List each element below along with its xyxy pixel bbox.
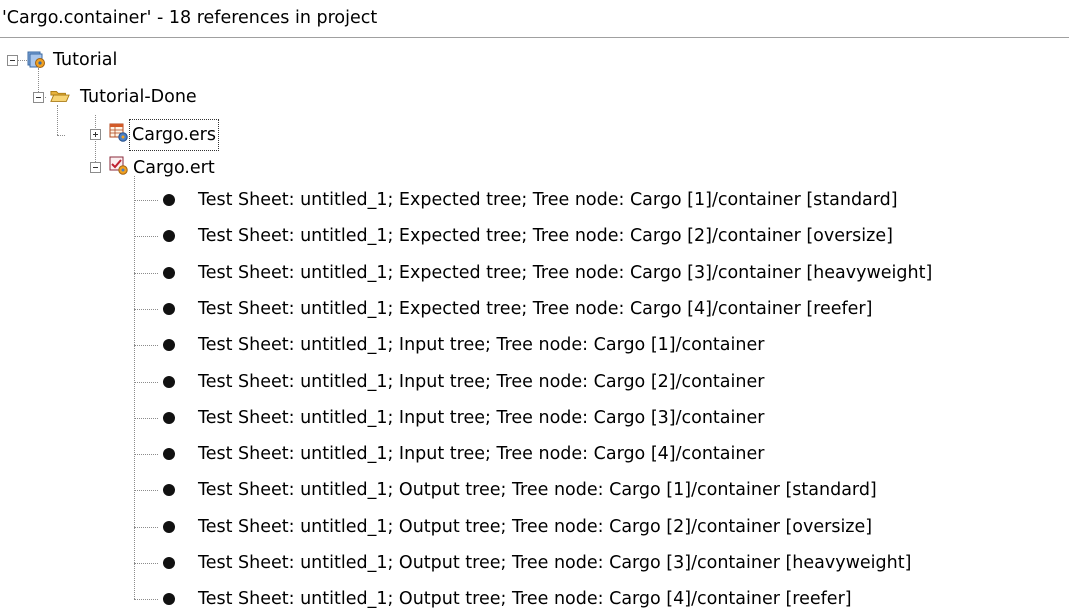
reference-item[interactable]: Test Sheet: untitled_1; Input tree; Tree… (198, 403, 764, 433)
bullet-icon (163, 412, 175, 424)
reference-item[interactable]: Test Sheet: untitled_1; Input tree; Tree… (198, 367, 764, 397)
ers-file-icon (109, 123, 128, 142)
tree-guide (134, 382, 158, 383)
bullet-icon (163, 376, 175, 388)
ert-file-icon (109, 156, 128, 175)
tree-guide (57, 105, 58, 135)
reference-item[interactable]: Test Sheet: untitled_1; Expected tree; T… (198, 185, 898, 215)
tree-guide (134, 200, 158, 201)
bullet-icon (163, 484, 175, 496)
collapse-toggle[interactable] (33, 92, 44, 103)
reference-item[interactable]: Test Sheet: untitled_1; Expected tree; T… (198, 258, 932, 288)
tree-guide (134, 527, 158, 528)
tree-node-label-selected[interactable]: Cargo.ers (129, 119, 219, 151)
reference-item[interactable]: Test Sheet: untitled_1; Output tree; Tre… (198, 512, 872, 542)
open-folder-icon (50, 91, 70, 102)
reference-item[interactable]: Test Sheet: untitled_1; Expected tree; T… (198, 294, 872, 324)
expand-toggle[interactable] (90, 129, 101, 140)
tree-node-label[interactable]: Tutorial-Done (80, 82, 197, 112)
tree-guide (134, 490, 158, 491)
bullet-icon (163, 448, 175, 460)
bullet-icon (163, 557, 175, 569)
bullet-icon (163, 303, 175, 315)
tree-guide (134, 454, 158, 455)
reference-item[interactable]: Test Sheet: untitled_1; Output tree; Tre… (198, 475, 877, 505)
project-icon (27, 51, 45, 68)
tree-guide (134, 309, 158, 310)
tree-guide (134, 418, 158, 419)
reference-tree[interactable]: Tutorial Tutorial-Done Cargo.ers Cargo.e… (0, 0, 1069, 610)
tree-guide (134, 236, 158, 237)
tree-node-label[interactable]: Tutorial (53, 45, 117, 75)
reference-item[interactable]: Test Sheet: untitled_1; Output tree; Tre… (198, 548, 911, 578)
tree-guide (95, 115, 96, 168)
reference-item[interactable]: Test Sheet: untitled_1; Input tree; Tree… (198, 439, 764, 469)
bullet-icon (163, 593, 175, 605)
collapse-toggle[interactable] (90, 162, 101, 173)
tree-guide (134, 563, 158, 564)
tree-guide (134, 176, 135, 599)
bullet-icon (163, 194, 175, 206)
bullet-icon (163, 339, 175, 351)
bullet-icon (163, 521, 175, 533)
reference-item[interactable]: Test Sheet: untitled_1; Expected tree; T… (198, 221, 893, 251)
tree-guide (134, 345, 158, 346)
tree-node-label[interactable]: Cargo.ert (133, 153, 215, 183)
bullet-icon (163, 230, 175, 242)
reference-item[interactable]: Test Sheet: untitled_1; Input tree; Tree… (198, 330, 764, 360)
collapse-toggle[interactable] (7, 55, 18, 66)
tree-guide (134, 273, 158, 274)
bullet-icon (163, 267, 175, 279)
tree-guide (57, 135, 65, 136)
tree-guide (134, 599, 158, 600)
